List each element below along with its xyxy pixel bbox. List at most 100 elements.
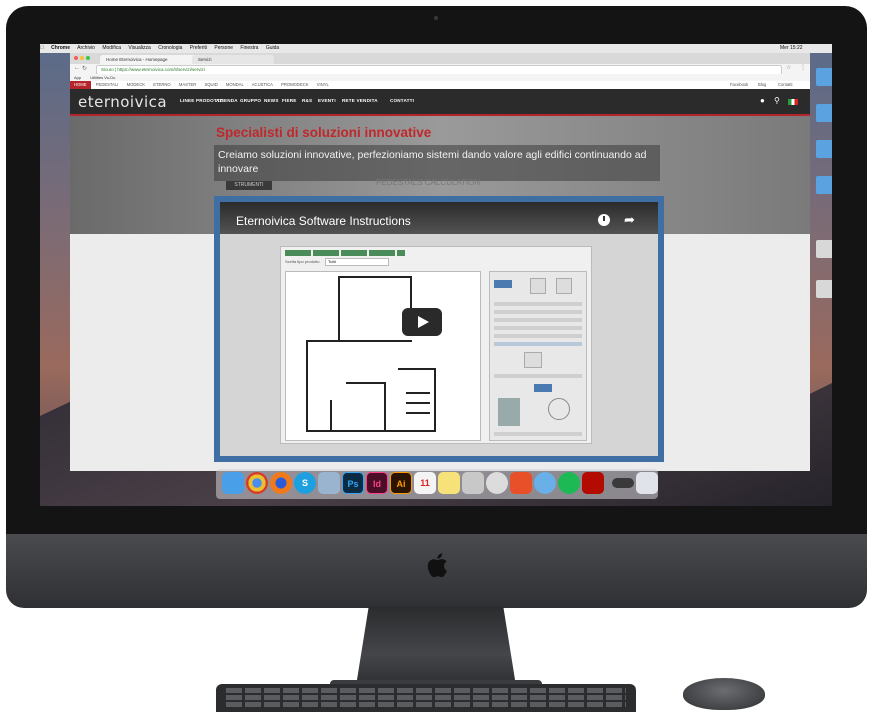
calendar-icon[interactable]: 11: [414, 472, 436, 494]
watch-later-icon[interactable]: [598, 214, 610, 226]
keyboard: [216, 684, 636, 712]
topbar-link[interactable]: ETERNO: [153, 82, 170, 87]
desktop-file-icon[interactable]: [816, 280, 832, 298]
menu-dots-icon[interactable]: ⋮: [800, 64, 806, 71]
software-screenshot: Scelta tipo prodotto Tutti: [280, 246, 592, 444]
monitor-chin: [6, 534, 867, 608]
bookmark-star-icon[interactable]: ☆: [786, 64, 791, 71]
indesign-icon[interactable]: Id: [366, 472, 388, 494]
preview-icon[interactable]: [318, 472, 340, 494]
mac-menubar:  Chrome Archivio Modifica Visualizza Cr…: [40, 44, 832, 53]
nav-item[interactable]: FIERE: [282, 98, 297, 103]
menu-item[interactable]: Modifica: [102, 45, 121, 51]
topbar-link[interactable]: MODECK: [127, 82, 145, 87]
play-button[interactable]: [402, 308, 442, 336]
desktop-folder-icon[interactable]: [816, 176, 832, 194]
mouse: [683, 678, 765, 710]
topbar-link[interactable]: PEDESTALI: [96, 82, 119, 87]
topbar-contact-link[interactable]: Contatti: [778, 81, 792, 89]
photos-icon[interactable]: [462, 472, 484, 494]
calc-heading: PEDESTALS CALCULATION: [376, 178, 481, 187]
close-window-icon[interactable]: [74, 56, 78, 60]
reload-icon[interactable]: ↻: [82, 65, 87, 72]
site-navbar: eternoivica LINEE PRODOTTO AZIENDA GRUPP…: [70, 89, 810, 114]
hero-title: Specialisti di soluzioni innovative: [216, 125, 432, 140]
product-type-label: Scelta tipo prodotto: [285, 259, 320, 264]
menu-item[interactable]: Finestra: [240, 45, 258, 51]
topbar-blog-link[interactable]: Blog: [758, 81, 766, 89]
desktop-file-icon[interactable]: [816, 240, 832, 258]
menu-item[interactable]: Cronologia: [158, 45, 182, 51]
bookmark-item[interactable]: App: [74, 75, 81, 80]
desktop-folder-icon[interactable]: [816, 68, 832, 86]
browser-window: Home Eternoivica - Homepage Servizi ← ↻ …: [70, 53, 810, 471]
nav-item[interactable]: RETE VENDITA: [342, 98, 378, 103]
acrobat-icon[interactable]: [582, 472, 604, 494]
screen:  Chrome Archivio Modifica Visualizza Cr…: [40, 44, 832, 506]
tab-bar: Home Eternoivica - Homepage Servizi: [70, 53, 810, 64]
browser-tab[interactable]: Servizi: [192, 55, 274, 64]
floor-plan: [285, 271, 481, 441]
menu-item[interactable]: Persone: [214, 45, 233, 51]
section-tag: STRUMENTI: [226, 181, 272, 190]
user-icon[interactable]: ●: [760, 96, 765, 105]
safari-icon[interactable]: [486, 472, 508, 494]
topbar-link[interactable]: ACUSTICA: [252, 82, 273, 87]
finder-icon[interactable]: [222, 472, 244, 494]
nav-item[interactable]: GRUPPO: [240, 98, 261, 103]
topbar-home-link[interactable]: HOME: [70, 81, 91, 89]
notes-icon[interactable]: [438, 472, 460, 494]
trash-icon[interactable]: [636, 472, 658, 494]
menubar-clock[interactable]: Mer 15:22: [780, 44, 803, 53]
bookmarks-bar: App Utilities Vo-Do: [70, 74, 810, 81]
video-title[interactable]: Eternoivica Software Instructions: [236, 214, 411, 228]
topbar-link[interactable]: MASTER: [179, 82, 196, 87]
hero-subtitle: Creiamo soluzioni innovative, perfezioni…: [214, 145, 660, 181]
menu-item[interactable]: Chrome: [51, 45, 70, 51]
product-type-select: Tutti: [325, 258, 389, 266]
terminal-icon[interactable]: [612, 478, 634, 488]
nav-item[interactable]: NEWS: [264, 98, 279, 103]
topbar-link[interactable]: MONDAL: [226, 82, 244, 87]
video-player[interactable]: Scelta tipo prodotto Tutti Eternoivica S…: [214, 196, 664, 462]
photoshop-icon[interactable]: Ps: [342, 472, 364, 494]
desktop-folder-icon[interactable]: [816, 140, 832, 158]
apple-logo-icon: [427, 553, 447, 578]
desktop-folder-icon[interactable]: [816, 104, 832, 122]
firefox-icon[interactable]: [270, 472, 292, 494]
topbar-facebook-link[interactable]: Facebook: [730, 81, 748, 89]
camera-icon: [434, 16, 438, 20]
minimize-window-icon[interactable]: [80, 56, 84, 60]
share-icon[interactable]: ➦: [624, 212, 635, 228]
browser-tab[interactable]: Home Eternoivica - Homepage: [100, 55, 198, 64]
nav-item[interactable]: EVENTI: [318, 98, 336, 103]
apple-menu-icon[interactable]: : [40, 45, 44, 51]
bookmark-item[interactable]: Utilities Vo-Do: [90, 75, 115, 80]
search-icon[interactable]: ⚲: [774, 96, 780, 105]
illustrator-icon[interactable]: Ai: [390, 472, 412, 494]
monitor-stand: [356, 606, 516, 686]
topbar-link[interactable]: PROMODECK: [281, 82, 308, 87]
software-tabs: [285, 250, 405, 256]
menu-item[interactable]: Guida: [266, 45, 279, 51]
menu-item[interactable]: Archivio: [77, 45, 95, 51]
maximize-window-icon[interactable]: [86, 56, 90, 60]
video-title-bar: Eternoivica Software Instructions ➦: [220, 202, 658, 234]
topbar-link[interactable]: VINYL: [317, 82, 329, 87]
nav-item[interactable]: CONTATTI: [390, 98, 414, 103]
nav-item[interactable]: R&S: [302, 98, 312, 103]
settings-panel: [489, 271, 587, 441]
topbar-link[interactable]: SQUID: [204, 82, 217, 87]
reeder-icon[interactable]: [510, 472, 532, 494]
italian-flag-icon[interactable]: [788, 99, 798, 105]
back-icon[interactable]: ←: [74, 65, 80, 71]
skype-icon[interactable]: S: [294, 472, 316, 494]
site-logo[interactable]: eternoivica: [78, 93, 167, 111]
chrome-icon[interactable]: [246, 472, 268, 494]
photo-library-icon[interactable]: [534, 472, 556, 494]
nav-item[interactable]: AZIENDA: [216, 98, 238, 103]
video-frame: Scelta tipo prodotto Tutti Eternoivica S…: [220, 202, 658, 456]
menu-item[interactable]: Preferiti: [190, 45, 207, 51]
spotify-icon[interactable]: [558, 472, 580, 494]
menu-item[interactable]: Visualizza: [128, 45, 150, 51]
